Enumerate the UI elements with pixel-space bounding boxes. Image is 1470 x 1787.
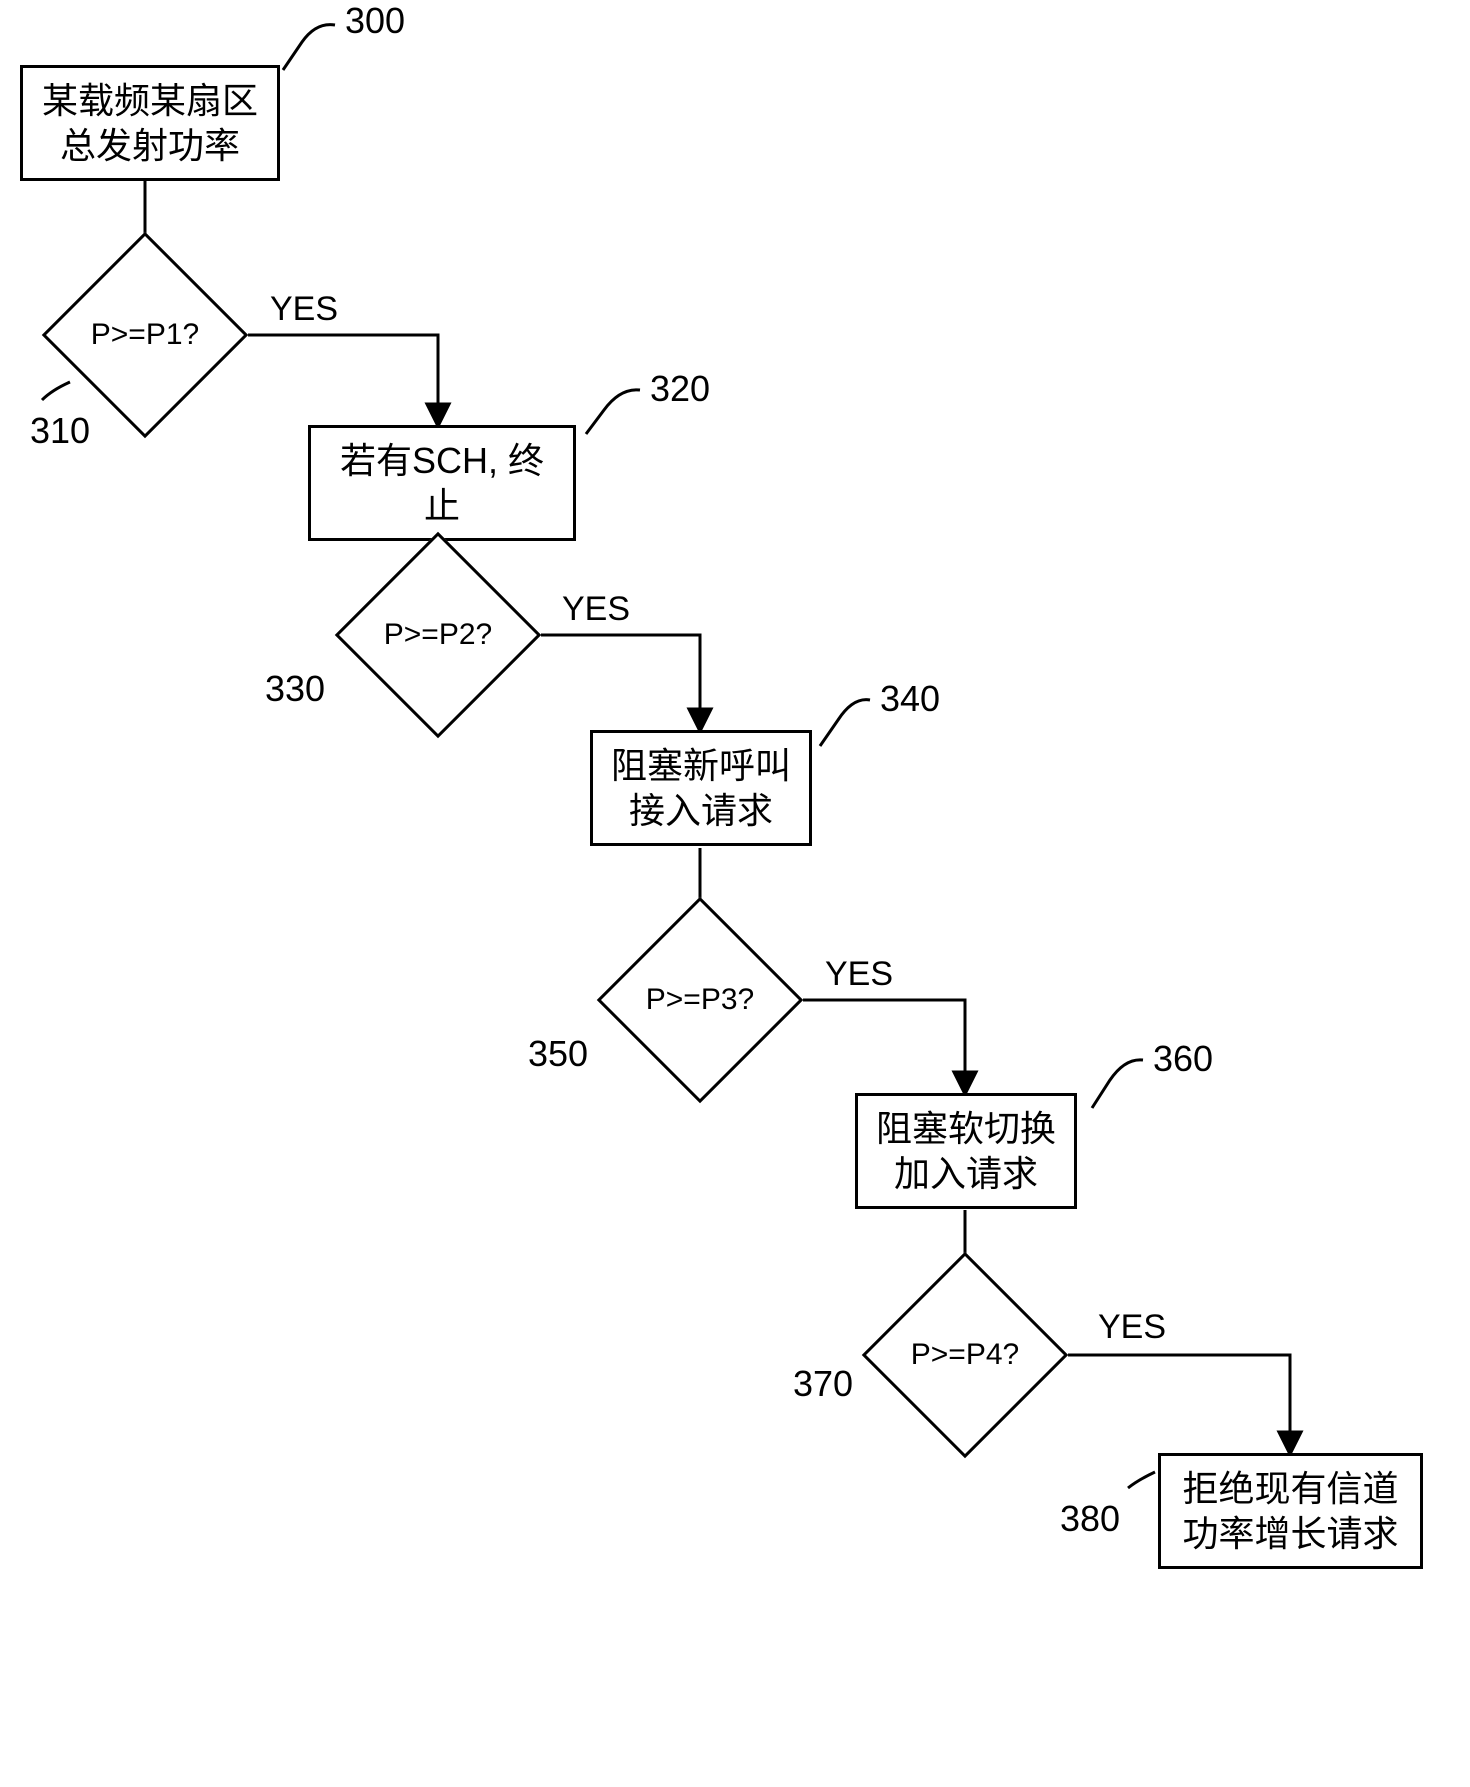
process-300: 某载频某扇区 总发射功率 xyxy=(20,65,280,181)
label-320: 320 xyxy=(650,368,710,410)
label-370: 370 xyxy=(793,1363,853,1405)
decision-310-text: P>=P1? xyxy=(72,262,218,408)
label-300: 300 xyxy=(345,0,405,42)
decision-330-text: P>=P2? xyxy=(365,562,511,708)
yes-310: YES xyxy=(270,290,338,329)
process-380-line1: 拒绝现有信道 xyxy=(1173,1466,1408,1511)
process-320: 若有SCH, 终止 xyxy=(308,425,576,541)
process-380-line2: 功率增长请求 xyxy=(1173,1511,1408,1556)
label-330: 330 xyxy=(265,668,325,710)
process-300-line1: 某载频某扇区 xyxy=(35,78,265,123)
process-340-line1: 阻塞新呼叫 xyxy=(605,743,797,788)
process-360: 阻塞软切换 加入请求 xyxy=(855,1093,1077,1209)
decision-310: P>=P1? xyxy=(72,262,218,408)
process-300-line2: 总发射功率 xyxy=(35,123,265,168)
decision-330: P>=P2? xyxy=(365,562,511,708)
process-340-line2: 接入请求 xyxy=(605,788,797,833)
label-350: 350 xyxy=(528,1033,588,1075)
label-340: 340 xyxy=(880,678,940,720)
flowchart-canvas: 某载频某扇区 总发射功率 300 P>=P1? 310 YES 若有SCH, 终… xyxy=(0,0,1470,1787)
decision-350-text: P>=P3? xyxy=(627,927,773,1073)
process-380: 拒绝现有信道 功率增长请求 xyxy=(1158,1453,1423,1569)
label-310: 310 xyxy=(30,410,90,452)
decision-350: P>=P3? xyxy=(627,927,773,1073)
label-380: 380 xyxy=(1060,1498,1120,1540)
process-360-line1: 阻塞软切换 xyxy=(870,1106,1062,1151)
process-360-line2: 加入请求 xyxy=(870,1151,1062,1196)
label-360: 360 xyxy=(1153,1038,1213,1080)
yes-330: YES xyxy=(562,590,630,629)
decision-370-text: P>=P4? xyxy=(892,1282,1038,1428)
process-320-text: 若有SCH, 终止 xyxy=(340,440,544,526)
decision-370: P>=P4? xyxy=(892,1282,1038,1428)
process-340: 阻塞新呼叫 接入请求 xyxy=(590,730,812,846)
yes-370: YES xyxy=(1098,1308,1166,1347)
yes-350: YES xyxy=(825,955,893,994)
